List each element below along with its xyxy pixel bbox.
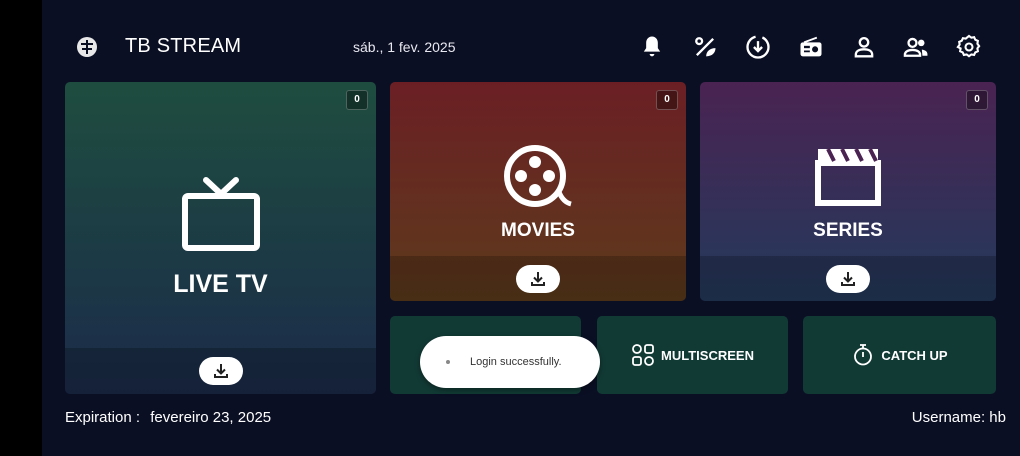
- radio-icon[interactable]: [797, 33, 825, 61]
- toast-notification: Login successfully.: [420, 336, 600, 388]
- tile-multiscreen[interactable]: MULTISCREEN: [597, 316, 788, 394]
- live-tv-label: LIVE TV: [173, 270, 268, 298]
- series-count-badge: 0: [966, 90, 988, 110]
- download-icon: [841, 272, 855, 286]
- movies-label: MOVIES: [501, 220, 575, 241]
- tile-catch-up[interactable]: CATCH UP: [803, 316, 996, 394]
- bell-icon[interactable]: [638, 33, 666, 61]
- user-icon[interactable]: [850, 33, 878, 61]
- toast-message: Login successfully.: [470, 356, 562, 368]
- clapperboard-icon: [814, 145, 882, 212]
- movies-count-badge: 0: [656, 90, 678, 110]
- tile-series[interactable]: 0 SERIES: [700, 82, 996, 301]
- username-label: Username: hb: [911, 409, 1006, 426]
- multiscreen-icon: [632, 344, 654, 366]
- series-download-button[interactable]: [826, 265, 870, 293]
- expiration-date: fevereiro 23, 2025: [150, 409, 272, 426]
- live-tv-download-button[interactable]: [198, 357, 243, 385]
- expiration-info: Expiration : fevereiro 23, 2025: [65, 409, 271, 426]
- users-icon[interactable]: [902, 33, 930, 61]
- catch-up-label: CATCH UP: [881, 347, 948, 363]
- tile-movies[interactable]: 0 MOVIES: [390, 82, 686, 301]
- film-reel-icon: [503, 144, 573, 213]
- app-title: TB STREAM: [125, 35, 242, 57]
- live-tv-count-badge: 0: [346, 90, 368, 110]
- expiration-label: Expiration :: [65, 409, 141, 426]
- toast-dot-icon: [446, 360, 450, 364]
- download-icon: [213, 364, 228, 378]
- stopwatch-icon: [854, 344, 873, 366]
- app-screen: TB STREAM sáb., 1 fev. 2025 0 LIVE TV 0 …: [42, 0, 1020, 456]
- movies-download-button[interactable]: [516, 265, 560, 293]
- tv-icon: [180, 176, 262, 257]
- settings-icon[interactable]: [955, 33, 983, 61]
- app-logo-icon: [76, 36, 98, 58]
- tile-live-tv[interactable]: 0 LIVE TV: [65, 82, 376, 394]
- current-date: sáb., 1 fev. 2025: [353, 39, 456, 55]
- series-label: SERIES: [813, 220, 883, 241]
- download-icon: [531, 272, 545, 286]
- download-circle-icon[interactable]: [744, 33, 772, 61]
- multiscreen-label: MULTISCREEN: [661, 347, 754, 363]
- percent-leaf-icon[interactable]: [691, 33, 719, 61]
